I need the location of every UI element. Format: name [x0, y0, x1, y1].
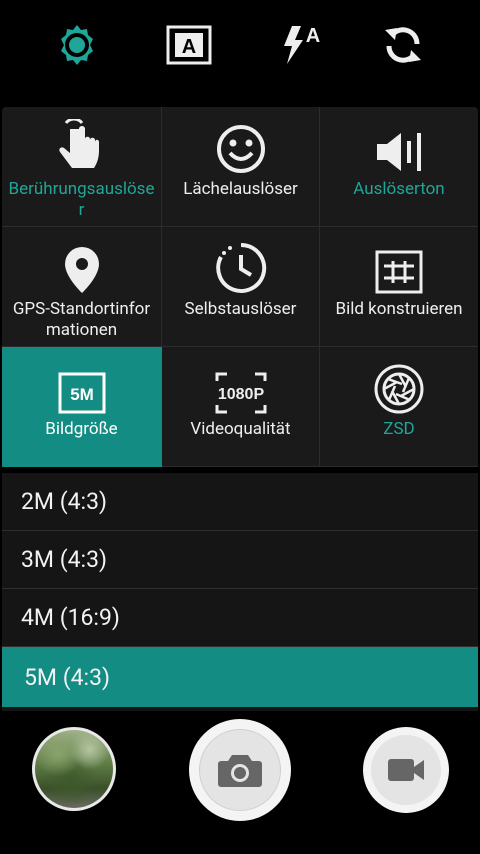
setting-label: Lächelauslöser	[183, 179, 298, 199]
video-record-icon	[371, 735, 441, 805]
setting-label: Videoqualität	[190, 419, 291, 439]
touch-hand-icon	[56, 107, 108, 179]
speaker-icon	[373, 107, 425, 179]
video-record-button[interactable]	[363, 727, 449, 813]
picture-size-list: 2M (4:3) 3M (4:3) 4M (16:9) 5M (4:3)	[2, 473, 478, 711]
setting-image-composition[interactable]: Bild konstruieren	[320, 227, 478, 347]
setting-touch-shutter[interactable]: Berührungsauslöse r	[2, 107, 162, 227]
shutter-button[interactable]	[189, 719, 291, 821]
svg-text:5M: 5M	[70, 385, 94, 404]
setting-label: Berührungsauslöse r	[8, 179, 155, 220]
top-bar: A A	[0, 0, 480, 92]
setting-label: Bild konstruieren	[335, 299, 463, 319]
setting-label: Auslöserton	[353, 179, 445, 199]
smile-icon	[215, 107, 267, 179]
setting-shutter-sound[interactable]: Auslöserton	[320, 107, 478, 227]
switch-camera-icon[interactable]	[378, 22, 428, 68]
setting-picture-size[interactable]: 5M Bildgröße	[2, 347, 162, 467]
setting-label: Selbstauslöser	[184, 299, 297, 319]
setting-video-quality[interactable]: 1080P Videoqualität	[162, 347, 320, 467]
gallery-thumbnail-image	[35, 730, 113, 808]
size-option[interactable]: 3M (4:3)	[2, 531, 478, 589]
aperture-icon	[373, 347, 425, 419]
timer-clock-icon	[214, 227, 268, 299]
location-pin-icon	[62, 227, 102, 299]
setting-label: GPS-Standortinfor mationen	[12, 299, 151, 340]
setting-self-timer[interactable]: Selbstauslöser	[162, 227, 320, 347]
auto-scene-icon[interactable]: A	[164, 22, 214, 68]
settings-gear-icon[interactable]	[52, 22, 102, 68]
picture-size-icon: 5M	[57, 347, 107, 419]
flash-auto-icon[interactable]: A	[275, 22, 325, 68]
setting-gps-info[interactable]: GPS-Standortinfor mationen	[2, 227, 162, 347]
gallery-thumbnail[interactable]	[32, 727, 116, 811]
size-option[interactable]: 4M (16:9)	[2, 589, 478, 647]
video-quality-icon: 1080P	[214, 347, 268, 419]
setting-label: ZSD	[383, 419, 415, 439]
setting-zsd[interactable]: ZSD	[320, 347, 478, 467]
size-option[interactable]: 2M (4:3)	[2, 473, 478, 531]
setting-label: Bildgröße	[45, 419, 118, 439]
grid-frame-icon	[374, 227, 424, 299]
settings-grid: Berührungsauslöse r Lächelauslöser Auslö…	[2, 107, 478, 467]
camera-icon	[199, 729, 281, 811]
svg-text:A: A	[182, 36, 196, 58]
svg-text:A: A	[306, 25, 320, 47]
size-option-selected[interactable]: 5M (4:3)	[2, 647, 478, 707]
setting-smile-shutter[interactable]: Lächelauslöser	[162, 107, 320, 227]
svg-text:1080P: 1080P	[217, 386, 264, 403]
